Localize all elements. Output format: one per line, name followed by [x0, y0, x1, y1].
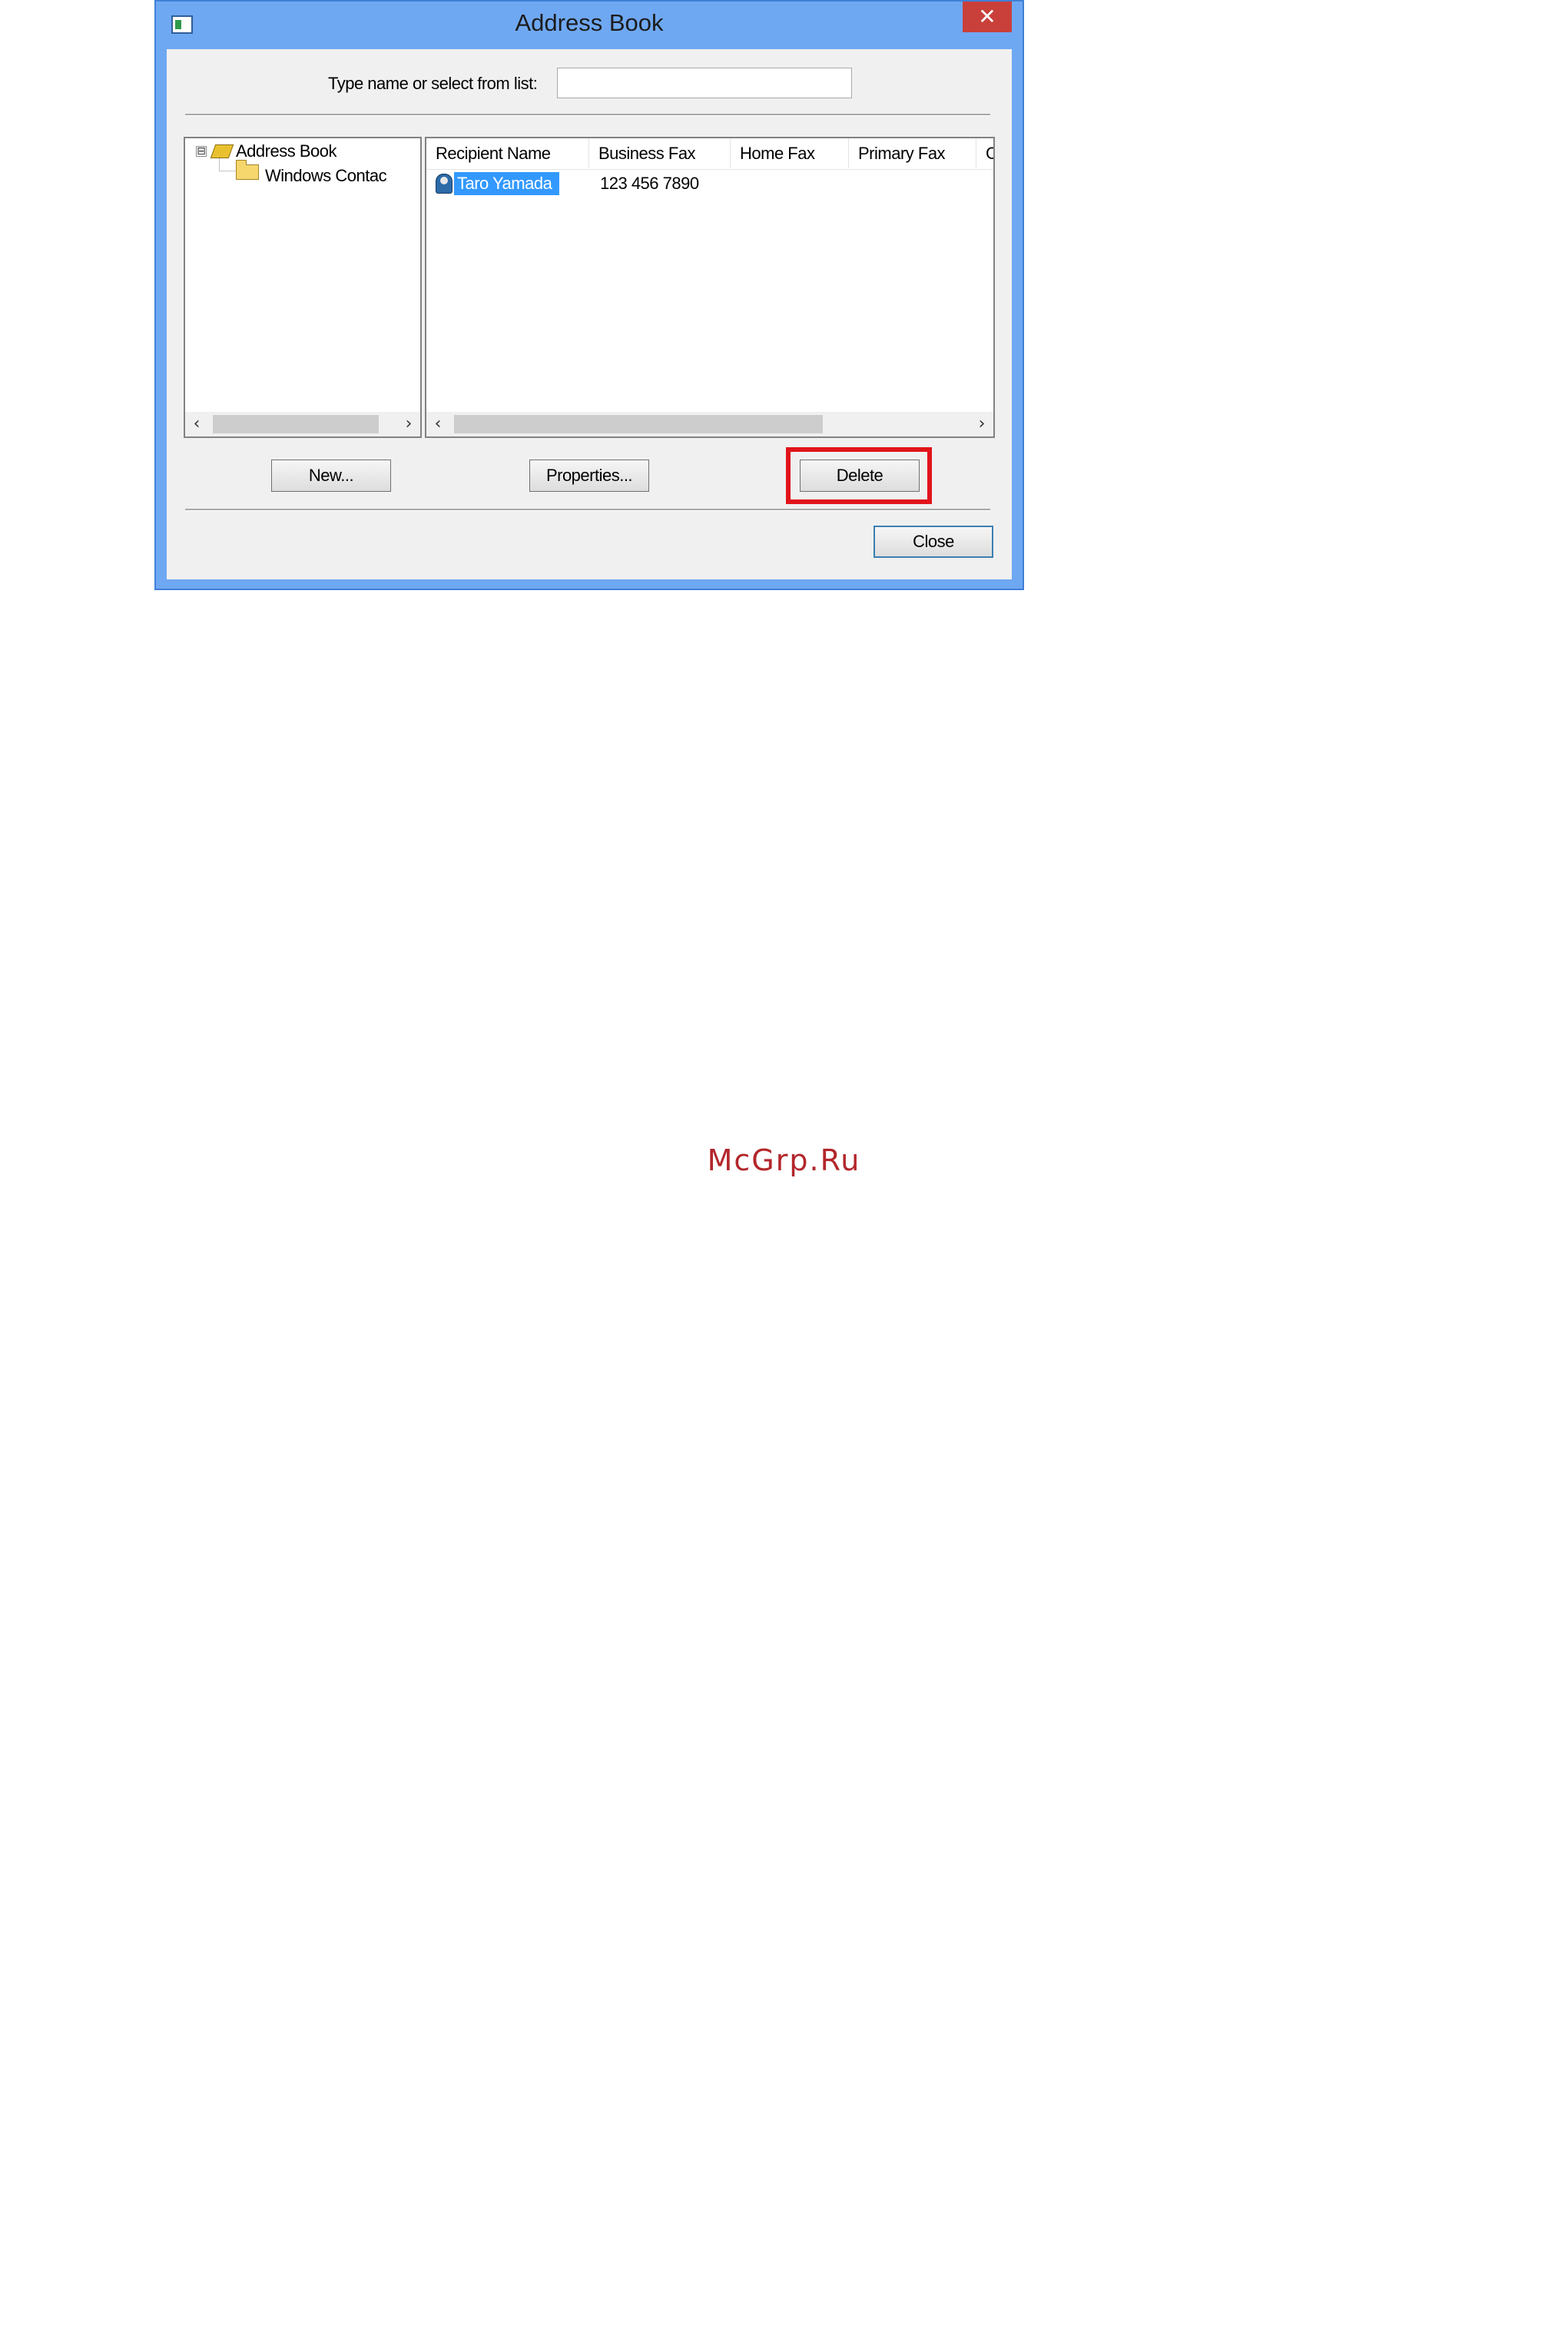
window-title: Address Book — [515, 9, 664, 36]
separator-top — [185, 114, 990, 116]
watermark-text: McGrp.Ru — [707, 1143, 861, 1177]
new-button[interactable]: New... — [271, 460, 391, 492]
collapse-icon[interactable]: ⊟ — [196, 145, 207, 157]
tree-horizontal-scrollbar[interactable]: ‹ › — [185, 412, 420, 436]
scroll-left-icon[interactable]: ‹ — [426, 412, 449, 436]
tree-connector — [219, 158, 235, 171]
scroll-thumb[interactable] — [213, 415, 379, 433]
recipient-list[interactable]: Recipient Name Business Fax Home Fax Pri… — [425, 137, 995, 438]
contact-icon — [436, 174, 452, 194]
list-horizontal-scrollbar[interactable]: ‹ › — [426, 412, 993, 436]
dialog-body: Type name or select from list: ⊟ Address… — [167, 49, 1012, 579]
column-recipient-name[interactable]: Recipient Name — [426, 138, 589, 168]
title-bar[interactable]: Address Book ✕ — [156, 2, 1023, 49]
close-button[interactable]: Close — [874, 526, 993, 558]
search-label: Type name or select from list: — [328, 74, 538, 93]
tree-item-windows-contacts[interactable]: Windows Contac — [265, 166, 387, 186]
column-business-fax[interactable]: Business Fax — [589, 138, 731, 168]
close-window-button[interactable]: ✕ — [963, 2, 1012, 32]
column-truncated[interactable]: C — [976, 138, 993, 168]
separator-bottom — [185, 509, 990, 511]
address-book-icon — [210, 144, 234, 158]
recipient-name-cell[interactable]: Taro Yamada — [454, 172, 560, 195]
folder-tree[interactable]: ⊟ Address Book Windows Contac ‹ › — [184, 137, 422, 438]
column-home-fax[interactable]: Home Fax — [731, 138, 849, 168]
scroll-thumb[interactable] — [454, 415, 823, 433]
scroll-right-icon[interactable]: › — [397, 412, 420, 436]
scroll-right-icon[interactable]: › — [970, 412, 993, 436]
list-item[interactable]: Taro Yamada 123 456 7890 — [426, 172, 993, 195]
folder-icon — [236, 160, 259, 180]
properties-button[interactable]: Properties... — [529, 460, 649, 492]
scroll-left-icon[interactable]: ‹ — [185, 412, 208, 436]
delete-highlight-box — [786, 447, 932, 504]
list-header: Recipient Name Business Fax Home Fax Pri… — [426, 138, 993, 170]
business-fax-cell: 123 456 7890 — [600, 174, 699, 193]
tree-item-address-book[interactable]: Address Book — [236, 141, 336, 161]
search-input[interactable] — [557, 68, 852, 98]
column-primary-fax[interactable]: Primary Fax — [849, 138, 976, 168]
address-book-dialog: Address Book ✕ Type name or select from … — [154, 0, 1024, 590]
